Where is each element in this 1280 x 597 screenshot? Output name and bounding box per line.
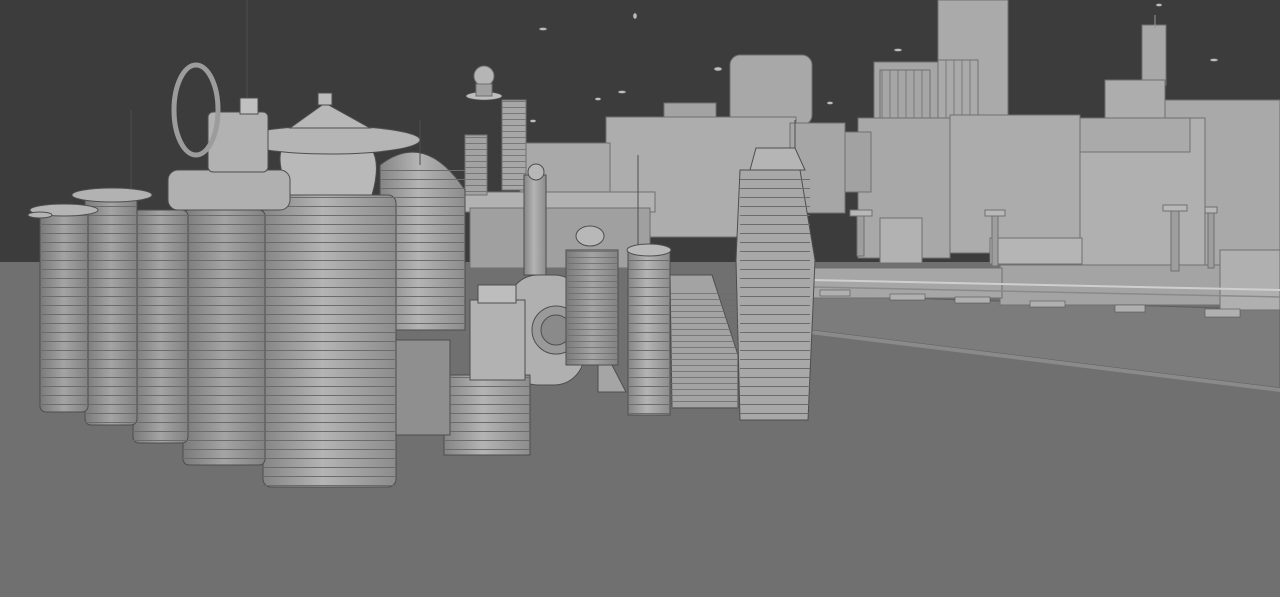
- 3d-viewport[interactable]: [0, 0, 1280, 597]
- city-scene: [0, 0, 1280, 597]
